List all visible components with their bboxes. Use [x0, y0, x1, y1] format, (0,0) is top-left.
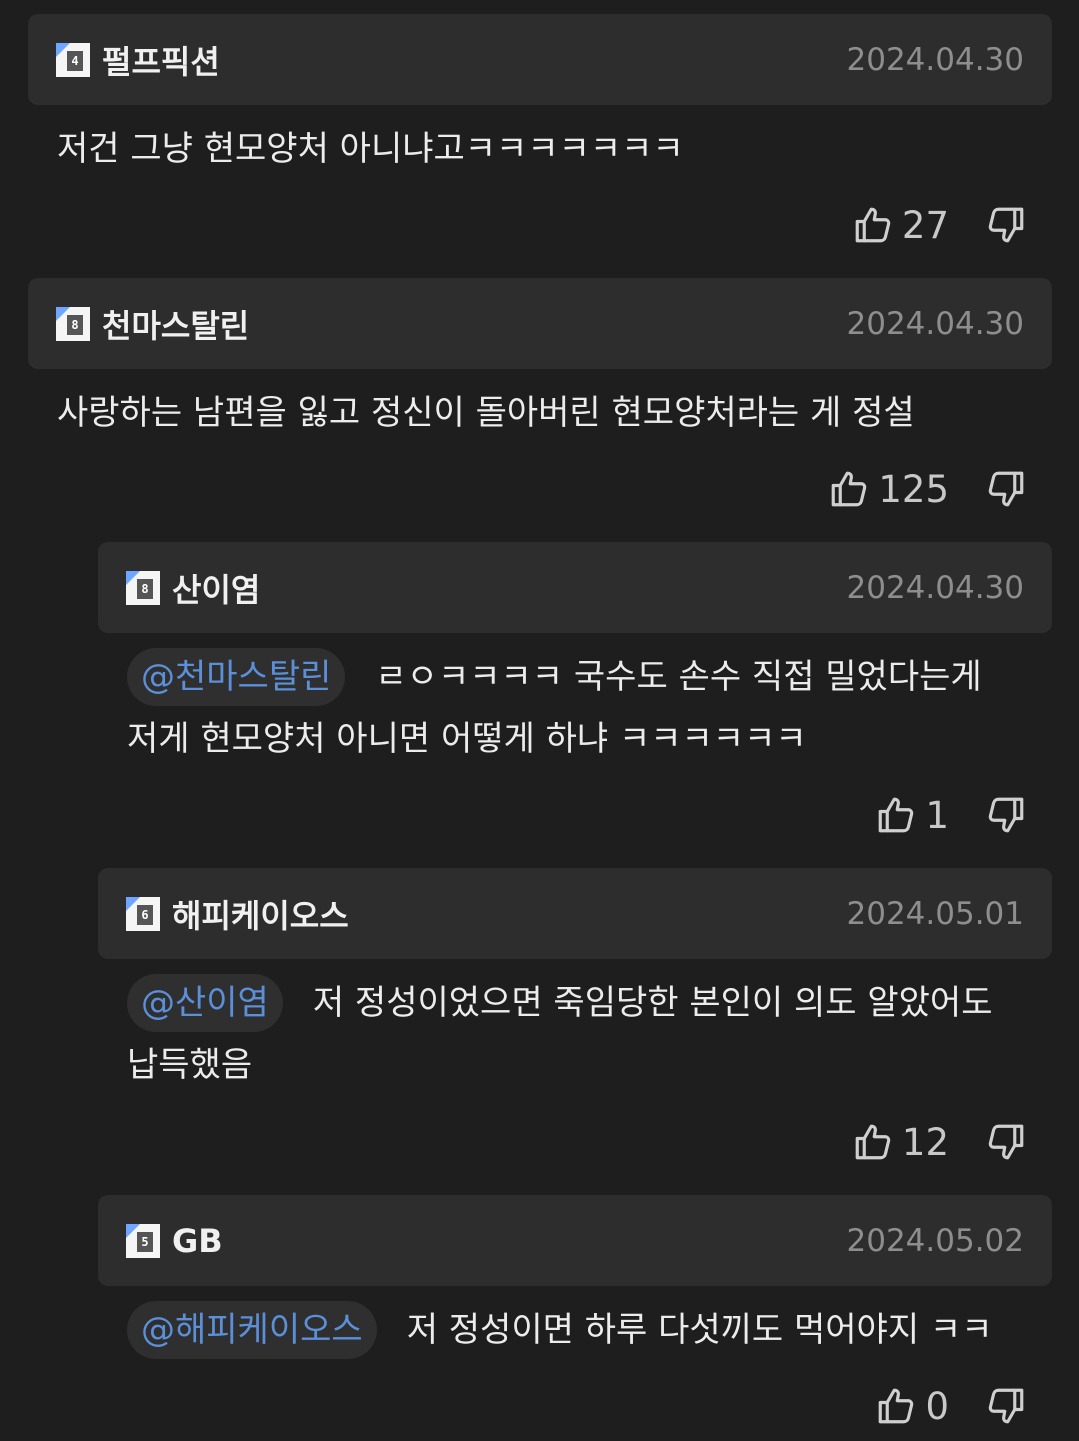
comment-text: 사랑하는 남편을 잃고 정신이 돌아버린 현모양처라는 게 정설 [57, 382, 915, 444]
level-badge-icon: 5 [126, 1223, 160, 1258]
vote-bar: 1 [875, 790, 1027, 840]
like-count: 125 [878, 467, 949, 511]
username[interactable]: 산이염 [172, 565, 260, 611]
comment-date: 2024.05.02 [846, 1222, 1025, 1259]
like-button[interactable]: 0 [875, 1385, 985, 1428]
comment-text: @천마스탈린 ㄹㅇㅋㅋㅋㅋ 국수도 손수 직접 밀었다는게 저게 현모양처 아니면… [127, 646, 982, 770]
username[interactable]: 해피케이오스 [172, 891, 349, 937]
comment-date: 2024.04.30 [846, 569, 1025, 606]
thumbs-up-icon [832, 471, 867, 507]
username[interactable]: GB [172, 1222, 223, 1260]
comment-header: 8 산이염 2024.04.30 [98, 542, 1052, 633]
comment-text-line: 저 정성이었으면 죽임당한 본인이 의도 알았어도 [312, 983, 993, 1023]
thumbs-up-icon [855, 1124, 891, 1160]
like-count: 1 [925, 793, 949, 837]
comment-text-line: ㄹㅇㅋㅋㅋㅋ 국수도 손수 직접 밀었다는게 [375, 657, 982, 697]
username[interactable]: 천마스탈린 [102, 301, 249, 347]
thumbs-down-icon[interactable] [985, 1385, 1027, 1427]
thumbs-up-icon [879, 1388, 914, 1424]
mention-tag[interactable]: @산이염 [127, 974, 283, 1032]
comment-text-line: 저건 그냥 현모양처 아니냐고ㅋㅋㅋㅋㅋㅋㅋ [57, 129, 684, 169]
like-count: 0 [925, 1384, 949, 1428]
comment-text-line: 저게 현모양처 아니면 어떻게 하냐 ㅋㅋㅋㅋㅋㅋ [127, 719, 807, 759]
comment-text: 저건 그냥 현모양처 아니냐고ㅋㅋㅋㅋㅋㅋㅋ [57, 118, 684, 180]
level-badge-icon: 8 [126, 570, 160, 605]
comment-text: @산이염 저 정성이었으면 죽임당한 본인이 의도 알았어도 납득했음 [127, 972, 992, 1096]
like-count: 12 [901, 1120, 949, 1164]
like-button[interactable]: 1 [875, 794, 985, 837]
comment-header: 8 천마스탈린 2024.04.30 [28, 278, 1052, 369]
comment-date: 2024.04.30 [846, 305, 1025, 342]
level-badge-icon: 6 [126, 896, 160, 931]
thumbs-up-icon [879, 797, 914, 833]
like-button[interactable]: 27 [852, 204, 985, 247]
level-badge-icon: 4 [56, 42, 90, 77]
vote-bar: 12 [852, 1117, 1027, 1167]
like-count: 27 [901, 203, 949, 247]
comment-text-line: 저 정성이면 하루 다섯끼도 먹어야지 ㅋㅋ [406, 1310, 993, 1350]
mention-tag[interactable]: @천마스탈린 [127, 648, 346, 706]
comment-text-line: 사랑하는 남편을 잃고 정신이 돌아버린 현모양처라는 게 정설 [57, 393, 915, 433]
vote-bar: 0 [875, 1381, 1027, 1431]
vote-bar: 27 [852, 200, 1027, 250]
thumbs-down-icon[interactable] [985, 468, 1027, 510]
comment-text: @해피케이오스 저 정성이면 하루 다섯끼도 먹어야지 ㅋㅋ [127, 1299, 992, 1361]
level-badge-icon: 8 [56, 306, 90, 341]
comment-text-line: 납득했음 [127, 1045, 253, 1085]
comment-header: 6 해피케이오스 2024.05.01 [98, 868, 1052, 959]
comment-header: 4 펄프픽션 2024.04.30 [28, 14, 1052, 105]
vote-bar: 125 [828, 464, 1027, 514]
comment-date: 2024.04.30 [846, 41, 1025, 78]
thumbs-down-icon[interactable] [985, 1121, 1027, 1163]
thumbs-down-icon[interactable] [985, 794, 1027, 836]
like-button[interactable]: 125 [828, 468, 985, 511]
username[interactable]: 펄프픽션 [102, 37, 220, 83]
like-button[interactable]: 12 [852, 1121, 985, 1164]
comment-header: 5 GB 2024.05.02 [98, 1195, 1052, 1286]
comment-date: 2024.05.01 [846, 895, 1025, 932]
thumbs-up-icon [855, 207, 891, 243]
mention-tag[interactable]: @해피케이오스 [127, 1301, 377, 1359]
thumbs-down-icon[interactable] [985, 204, 1027, 246]
